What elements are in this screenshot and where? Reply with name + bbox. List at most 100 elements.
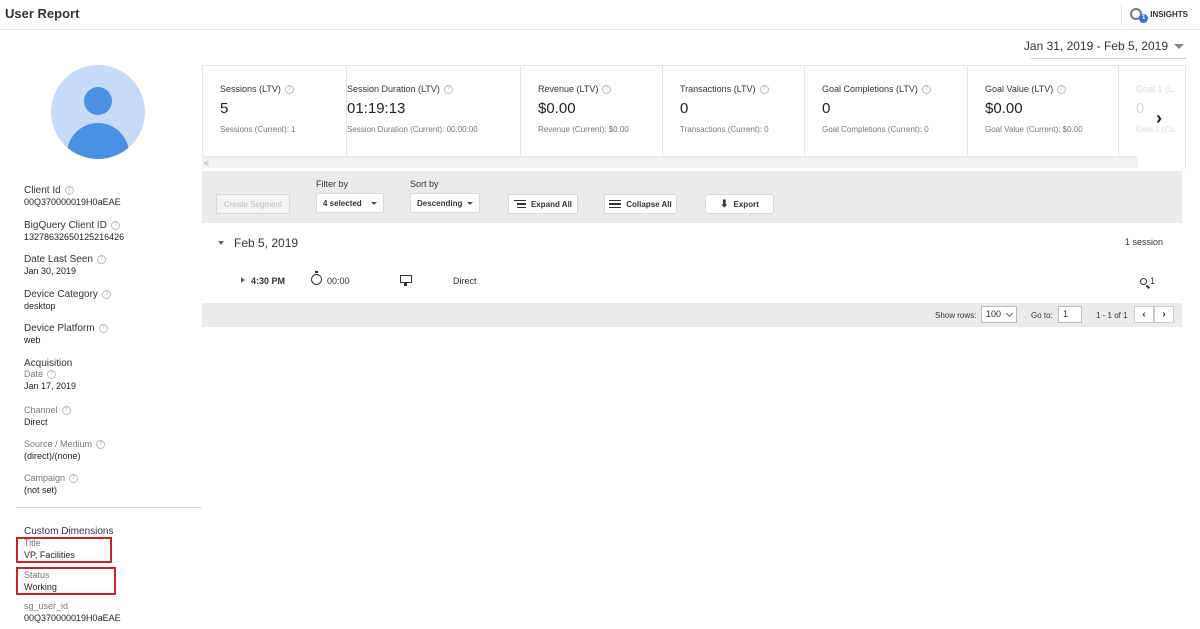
prev-page-button[interactable]: ‹ [1134, 306, 1154, 323]
show-rows-select[interactable]: 100 [981, 306, 1017, 323]
metrics-scrollbar[interactable]: < [202, 156, 1138, 168]
help-icon[interactable]: ? [110, 221, 120, 230]
metric-card: Goal Value (LTV)? $0.00 Goal Value (Curr… [968, 66, 1119, 157]
session-count: 1 session [1124, 237, 1163, 247]
help-icon[interactable]: ? [602, 84, 612, 94]
metric-label: Sessions (LTV) [220, 84, 281, 94]
help-icon[interactable]: ? [759, 84, 769, 94]
insights-divider [1121, 5, 1122, 25]
help-icon[interactable]: ? [1057, 84, 1067, 94]
insights-badge: 1 [1139, 14, 1149, 23]
filter-select[interactable]: 4 selected [316, 193, 384, 213]
device-platform-field: Device Platform? web [24, 323, 108, 346]
session-channel: Direct [453, 276, 477, 286]
session-date: Feb 5, 2019 [234, 236, 299, 250]
sidebar-divider [16, 507, 202, 508]
help-icon[interactable]: ? [101, 290, 111, 299]
page-range: 1 - 1 of 1 [1096, 311, 1128, 320]
collapse-all-button[interactable]: Collapse All [604, 194, 677, 214]
metric-value: 0 [680, 100, 689, 117]
device-category-value: desktop [24, 301, 56, 311]
help-icon[interactable]: ? [64, 186, 74, 195]
client-id-label: Client Id [24, 185, 61, 196]
metric-sub: Goal Value (Current): $0.00 [985, 125, 1083, 134]
help-icon[interactable]: ? [921, 84, 931, 94]
metric-sub: Sessions (Current): 1 [220, 125, 296, 134]
help-icon[interactable]: ? [443, 84, 453, 94]
date-range-picker[interactable]: Jan 31, 2019 - Feb 5, 2019 [1024, 39, 1184, 53]
metric-card: Transactions (LTV)? 0 Transactions (Curr… [663, 66, 805, 157]
insights-button[interactable]: 1 INSIGHTS [1130, 7, 1188, 23]
metric-card: Session Duration (LTV)? 01:19:13 Session… [347, 66, 521, 157]
export-label: Export [733, 199, 759, 209]
collapse-caret-icon[interactable] [218, 241, 224, 245]
chevron-down-icon [371, 202, 377, 205]
help-icon[interactable]: ? [61, 406, 71, 415]
session-duration: 00:00 [327, 276, 350, 286]
sg-user-id-value: 00Q370000019H0aEAE [24, 613, 121, 623]
expand-all-button[interactable]: Expand All [508, 194, 578, 214]
expand-arrow-icon[interactable] [241, 277, 245, 283]
help-icon[interactable]: ? [98, 324, 108, 333]
expand-icon [513, 199, 526, 209]
bigquery-client-id-label: BigQuery Client ID [24, 220, 107, 231]
session-row[interactable]: 4:30 PM 00:00 Direct 1 [202, 264, 1182, 302]
acquisition-section: Acquisition Date? Jan 17, 2019 [24, 358, 76, 392]
sort-select[interactable]: Descending [410, 193, 480, 213]
stopwatch-icon [311, 271, 322, 285]
bigquery-client-id-value: 13278632650125216426 [24, 232, 125, 242]
insights-icon: 1 [1130, 7, 1149, 23]
help-icon[interactable]: ? [96, 440, 106, 449]
metric-sub: Goal Completions (Current): 0 [822, 125, 929, 134]
metric-card: Sessions (LTV)? 5 Sessions (Current): 1 [203, 66, 347, 157]
sort-select-value: Descending [417, 198, 463, 208]
acquisition-heading: Acquisition [24, 358, 73, 369]
channel-label: Channel [24, 405, 58, 415]
help-icon[interactable]: ? [96, 255, 106, 264]
download-icon: ⬇ [720, 198, 729, 210]
expand-all-label: Expand All [530, 199, 573, 209]
device-category-field: Device Category? desktop [24, 289, 111, 312]
pagination-bar: Show rows: 100 Go to: 1 1 - 1 of 1 ‹ › [202, 303, 1182, 327]
acquisition-date-label: Date [24, 369, 44, 379]
metric-value: 01:19:13 [347, 100, 406, 117]
collapse-icon [609, 199, 622, 209]
session-toolbar: Create Segment Filter by 4 selected Sort… [202, 171, 1182, 223]
help-icon[interactable]: ? [284, 84, 294, 94]
create-segment-button[interactable]: Create Segment [216, 194, 290, 214]
user-avatar [51, 65, 145, 159]
channel-field: Channel? Direct [24, 405, 71, 428]
metric-label: Session Duration (LTV) [347, 84, 440, 94]
campaign-label: Campaign [24, 473, 66, 483]
session-time: 4:30 PM [251, 276, 286, 286]
help-icon[interactable]: ? [47, 370, 57, 379]
chevron-right-icon[interactable]: › [1150, 108, 1168, 128]
campaign-field: Campaign? (not set) [24, 473, 79, 496]
device-platform-value: web [24, 335, 41, 345]
goto-input[interactable]: 1 [1058, 306, 1082, 323]
sg-user-id-label: sg_user_id [24, 601, 69, 611]
desktop-icon [400, 275, 412, 286]
metric-label: Goal Completions (LTV) [822, 84, 918, 94]
custom-dimensions-heading: Custom Dimensions [24, 526, 114, 537]
collapse-all-label: Collapse All [626, 199, 672, 209]
bigquery-client-id-field: BigQuery Client ID? 13278632650125216426 [24, 220, 124, 243]
top-bar: User Report 1 INSIGHTS [0, 0, 1200, 30]
session-date-group: Feb 5, 2019 1 session [202, 224, 1182, 264]
goal-icon [1139, 277, 1147, 285]
sg-user-id-dimension: sg_user_id 00Q370000019H0aEAE [24, 601, 121, 624]
title-highlight-box [16, 537, 112, 563]
next-page-button[interactable]: › [1154, 306, 1174, 323]
chevron-down-icon [1005, 309, 1014, 318]
scroll-left-icon[interactable]: < [204, 158, 209, 168]
metric-label: Goal 1 (L [1136, 84, 1174, 94]
goto-label: Go to: [1031, 311, 1053, 320]
export-button[interactable]: ⬇ Export [705, 194, 774, 214]
metric-sub: Revenue (Current): $0.00 [538, 125, 629, 134]
device-category-label: Device Category [24, 289, 98, 300]
chevron-down-icon [1174, 43, 1184, 49]
page-title: User Report [5, 6, 80, 21]
help-icon[interactable]: ? [69, 474, 79, 483]
campaign-value: (not set) [24, 485, 58, 495]
metric-label: Transactions (LTV) [680, 84, 756, 94]
